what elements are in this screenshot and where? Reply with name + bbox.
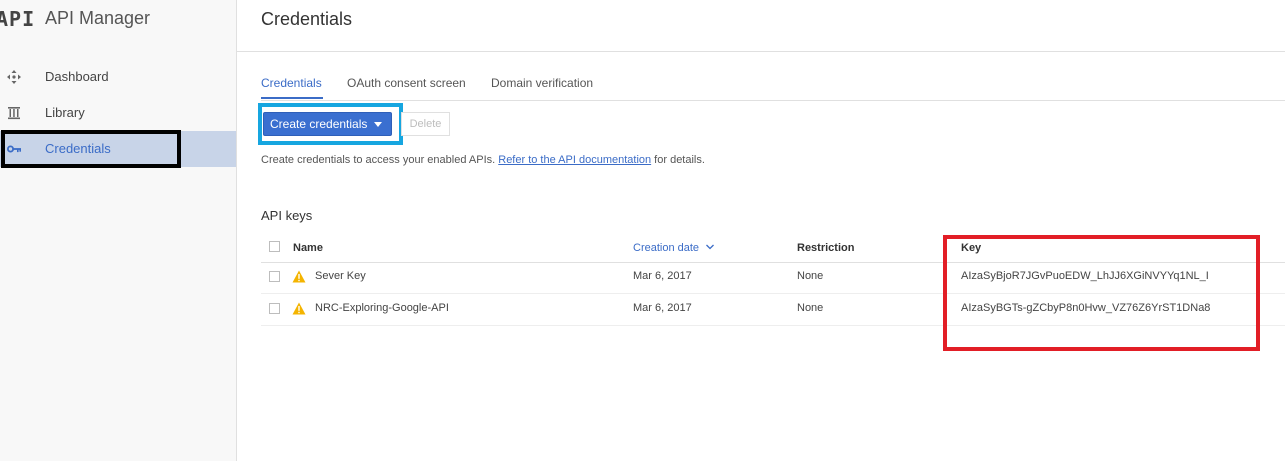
sort-chevron-down-icon [706, 244, 715, 250]
creation-date: Mar 6, 2017 [633, 302, 692, 314]
key-name[interactable]: NRC-Exploring-Google-API [315, 302, 449, 314]
active-tab-indicator [261, 97, 323, 99]
page-header: Credentials [237, 0, 1285, 52]
restriction: None [797, 302, 824, 314]
highlight-box-key-column [943, 235, 1260, 351]
sidebar-item-label: Dashboard [45, 69, 109, 84]
select-all-checkbox[interactable] [269, 241, 280, 252]
app-title: API Manager [45, 8, 151, 28]
row-checkbox[interactable] [269, 303, 280, 314]
page-title: Credentials [261, 9, 353, 29]
helper-suffix: for details. [651, 154, 705, 166]
column-header-restriction: Restriction [797, 242, 855, 254]
brand: API [0, 4, 35, 34]
warning-icon [292, 270, 306, 283]
tab-oauth-consent-screen[interactable]: OAuth consent screen [347, 76, 466, 90]
column-header-creation-date-label: Creation date [633, 242, 700, 254]
restriction: None [797, 270, 824, 282]
dashboard-icon [7, 70, 21, 84]
row-checkbox[interactable] [269, 271, 280, 282]
highlight-box-create-credentials [258, 103, 403, 145]
library-icon [8, 107, 20, 120]
creation-date: Mar 6, 2017 [633, 270, 692, 282]
sidebar-item-library[interactable]: Library [0, 95, 236, 131]
helper-text: Create credentials to access your enable… [261, 154, 705, 166]
helper-prefix: Create credentials to access your enable… [261, 154, 499, 166]
tab-domain-verification[interactable]: Domain verification [491, 76, 593, 90]
sidebar: API API Manager Dashboard Library Creden… [0, 0, 237, 461]
delete-button[interactable]: Delete [401, 112, 450, 136]
sidebar-item-label: Library [45, 105, 85, 120]
sidebar-item-dashboard[interactable]: Dashboard [0, 59, 236, 95]
tab-credentials[interactable]: Credentials [261, 76, 322, 90]
warning-icon [292, 302, 306, 315]
column-header-name: Name [293, 242, 323, 254]
api-keys-title: API keys [261, 208, 313, 223]
key-name[interactable]: Sever Key [315, 270, 366, 282]
api-documentation-link[interactable]: Refer to the API documentation [498, 154, 651, 166]
tabs-divider [261, 100, 1285, 101]
column-header-creation-date[interactable]: Creation date [633, 242, 715, 254]
highlight-box-credentials-nav [1, 130, 181, 168]
api-logo: API [0, 7, 36, 31]
